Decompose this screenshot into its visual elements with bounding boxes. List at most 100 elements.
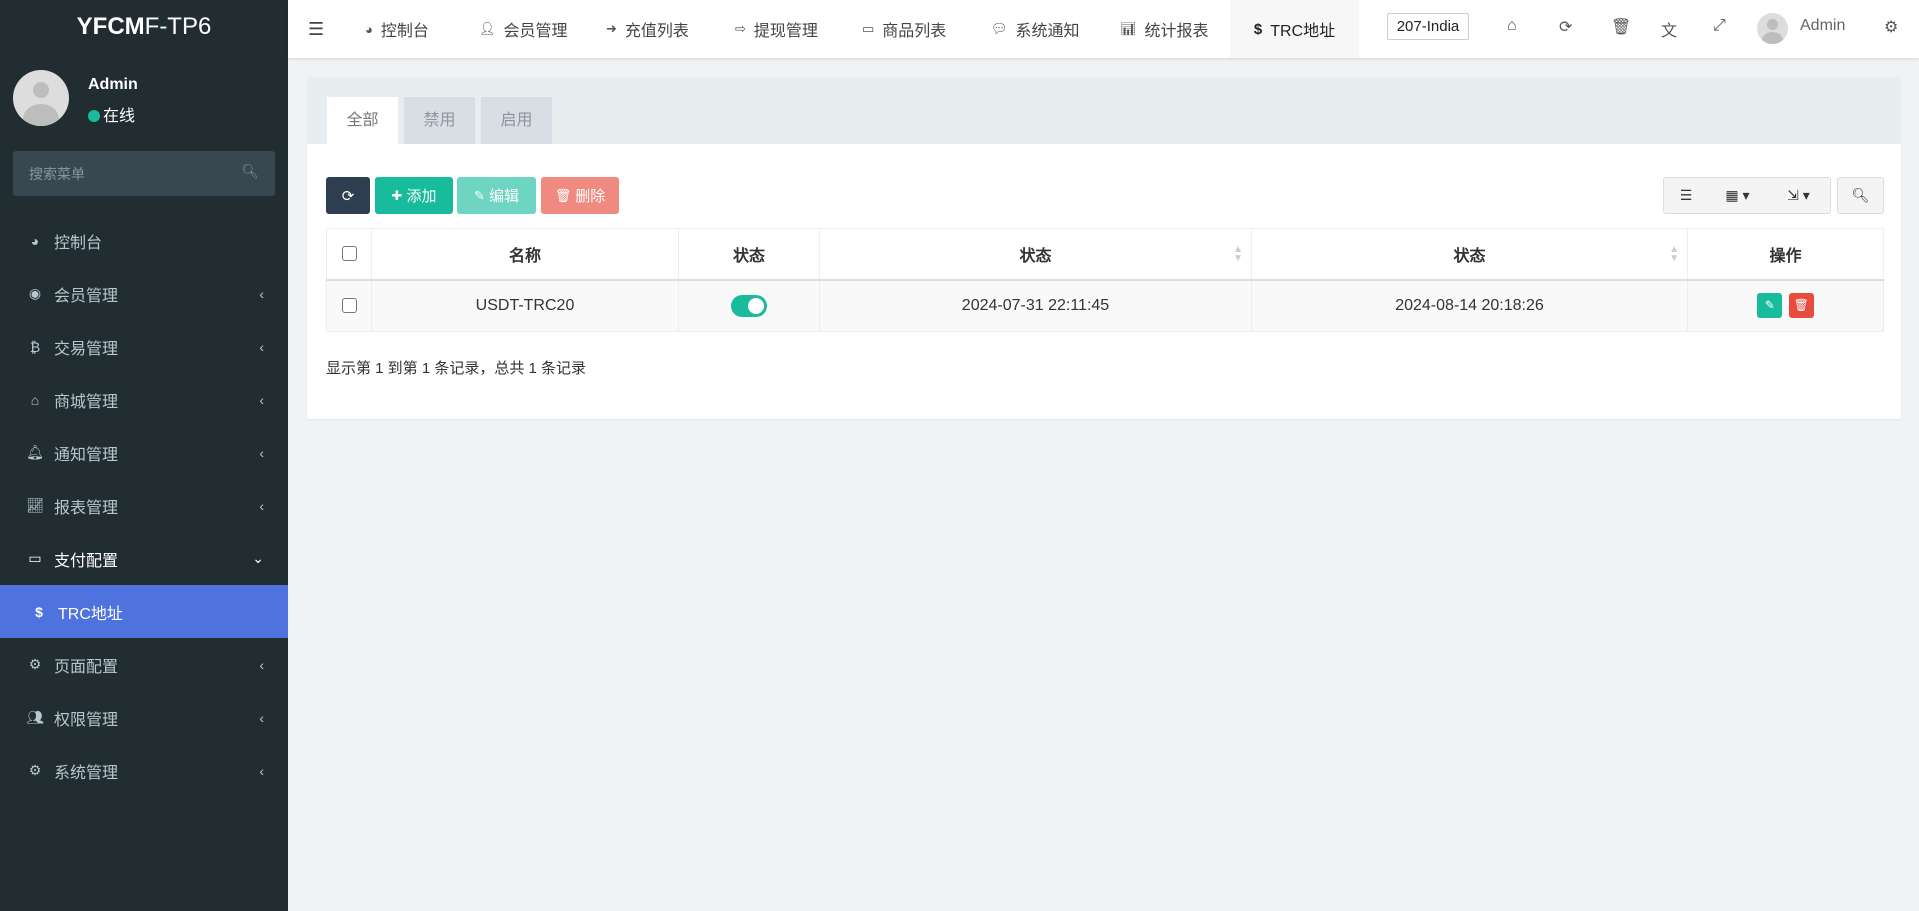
- cell-time2: 2024-08-14 20:18:26: [1252, 280, 1688, 332]
- settings-gears-icon[interactable]: ⚙: [1884, 17, 1898, 37]
- sidebar-item-label: 交易管理: [54, 335, 118, 359]
- home-icon: ⌂: [26, 392, 44, 408]
- nav-tab-notices[interactable]: 💬︎系统通知: [991, 0, 1080, 58]
- chevron-left-icon: ‹: [259, 286, 264, 302]
- sidebar-item-trade[interactable]: ₿ 交易管理 ‹: [0, 320, 288, 373]
- nav-tab-recharge[interactable]: ➜充值列表: [606, 0, 689, 58]
- nav-tab-withdraw[interactable]: ⇨提现管理: [735, 0, 818, 58]
- row-delete-button[interactable]: 🗑︎: [1789, 293, 1814, 318]
- avatar: [13, 70, 69, 126]
- menu-search-input[interactable]: 搜索菜单🔍︎: [13, 151, 275, 196]
- sidebar-item-members[interactable]: ◉会员管理‹: [0, 267, 288, 320]
- grid-columns-icon: ▦ ▾: [1725, 187, 1749, 204]
- search-icon[interactable]: 🔍︎: [241, 163, 259, 180]
- col-status[interactable]: 状态: [679, 229, 820, 280]
- sidebar-item-label: 通知管理: [54, 441, 118, 465]
- plus-icon: ✚: [392, 188, 403, 204]
- col-actions: 操作: [1688, 229, 1884, 280]
- sidebar-item-shop[interactable]: ⌂商城管理‹: [0, 373, 288, 426]
- chevron-left-icon: ‹: [259, 710, 264, 726]
- edit-label: 编辑: [489, 185, 519, 206]
- sidebar-item-trc-address[interactable]: $TRC地址: [0, 585, 288, 638]
- sidebar-item-label: TRC地址: [58, 600, 123, 624]
- trash-icon[interactable]: 🗑︎: [1611, 17, 1631, 37]
- sort-icon: ▲▼: [1669, 245, 1679, 263]
- sidebar-item-page-config[interactable]: ⚙ 页面配置 ‹: [0, 638, 288, 691]
- edit-button[interactable]: ✎编辑: [457, 177, 536, 214]
- sidebar-item-label: 页面配置: [54, 653, 118, 677]
- row-select-cell: [327, 280, 372, 332]
- home-icon[interactable]: ⌂: [1507, 17, 1517, 35]
- export-dropdown[interactable]: ⇲ ▾: [1767, 177, 1831, 214]
- refresh-button[interactable]: ⟳: [326, 177, 370, 214]
- row-edit-button[interactable]: ✎: [1757, 293, 1782, 318]
- bell-icon: 🔔︎: [26, 444, 44, 461]
- gears-icon: ⚙: [26, 762, 44, 779]
- add-button[interactable]: ✚添加: [375, 177, 453, 214]
- tab-all[interactable]: 全部: [327, 97, 398, 144]
- nav-label: 充值列表: [625, 17, 689, 41]
- sidebar-item-reports[interactable]: 📈︎ 报表管理 ‹: [0, 479, 288, 532]
- top-avatar[interactable]: [1757, 13, 1788, 44]
- trash-icon: 🗑︎: [1794, 298, 1809, 312]
- dashboard-icon: ◕: [26, 233, 44, 249]
- status-toggle[interactable]: [731, 295, 767, 317]
- line-chart-icon: 📈︎: [26, 497, 44, 514]
- chevron-left-icon: ‹: [259, 339, 264, 355]
- search-toggle-button[interactable]: 🔍︎: [1837, 177, 1884, 214]
- columns-dropdown[interactable]: ▦ ▾: [1708, 177, 1768, 214]
- delete-button[interactable]: 🗑︎删除: [541, 177, 619, 214]
- sidebar-item-notify[interactable]: 🔔︎通知管理‹: [0, 426, 288, 479]
- nav-label: 会员管理: [504, 17, 568, 41]
- sidebar-item-permissions[interactable]: 👥︎权限管理‹: [0, 691, 288, 744]
- sort-icon: ▲▼: [1233, 245, 1243, 263]
- user-icon: 👤︎: [479, 21, 496, 37]
- nav-label: 统计报表: [1145, 17, 1209, 41]
- col-time1[interactable]: 状态▲▼: [820, 229, 1252, 280]
- nav-tab-trc-address[interactable]: $TRC地址: [1230, 0, 1359, 58]
- sidebar-item-payment[interactable]: ▭支付配置⌄: [0, 532, 288, 585]
- row-checkbox[interactable]: [342, 298, 357, 313]
- nav-tab-dashboard[interactable]: ◕控制台: [365, 0, 429, 58]
- user-circle-icon: ◉: [26, 285, 44, 302]
- chevron-left-icon: ‹: [259, 657, 264, 673]
- desktop-icon: ▭: [862, 21, 874, 37]
- select-all-cell: [327, 229, 372, 280]
- nav-label: 提现管理: [754, 17, 818, 41]
- top-user-name[interactable]: Admin: [1800, 17, 1845, 35]
- sidebar-item-system[interactable]: ⚙系统管理‹: [0, 744, 288, 797]
- credit-card-icon: ▭: [26, 550, 44, 567]
- search-icon: 🔍︎: [1852, 187, 1870, 204]
- user-status: 在线: [88, 102, 135, 126]
- bitcoin-icon: ₿: [26, 339, 44, 355]
- translate-icon[interactable]: 文: [1661, 17, 1677, 41]
- chevron-down-icon: ⌄: [252, 550, 264, 567]
- content-panel: 全部 禁用 启用 ⟳ ✚添加 ✎编辑 🗑︎删除 ☰ ▦ ▾ ⇲ ▾ 🔍︎ 名称 …: [307, 77, 1901, 419]
- nav-tab-stats[interactable]: 📊︎统计报表: [1120, 0, 1209, 58]
- logo[interactable]: YFCMF-TP6: [0, 0, 288, 58]
- nav-label: 商品列表: [882, 17, 946, 41]
- refresh-icon[interactable]: ⟳: [1559, 17, 1572, 37]
- gear-icon: ⚙: [26, 656, 44, 673]
- col-name[interactable]: 名称: [372, 229, 679, 280]
- site-select[interactable]: 207-India: [1387, 13, 1469, 40]
- chevron-left-icon: ‹: [259, 498, 264, 514]
- sidebar-toggle-button[interactable]: ☰: [308, 0, 324, 58]
- sidebar-item-label: 报表管理: [54, 494, 118, 518]
- delete-label: 删除: [575, 185, 605, 206]
- toggle-view-button[interactable]: ☰: [1663, 177, 1709, 214]
- sidebar-item-label: 商城管理: [54, 388, 118, 412]
- export-icon: ⇲ ▾: [1787, 187, 1810, 204]
- sidebar-item-dashboard[interactable]: ◕控制台: [0, 214, 288, 267]
- nav-tab-products[interactable]: ▭ 商品列表: [862, 0, 946, 58]
- tab-enabled[interactable]: 启用: [481, 97, 552, 144]
- comments-icon: 💬︎: [991, 21, 1008, 37]
- col-time2[interactable]: 状态▲▼: [1252, 229, 1688, 280]
- online-dot-icon: [88, 110, 100, 122]
- filter-tabs: 全部 禁用 启用: [307, 77, 1901, 144]
- nav-tab-members[interactable]: 👤︎ 会员管理: [479, 0, 568, 58]
- select-all-checkbox[interactable]: [342, 246, 357, 261]
- tab-disabled[interactable]: 禁用: [404, 97, 475, 144]
- add-label: 添加: [406, 185, 436, 206]
- fullscreen-icon[interactable]: ⤢: [1713, 17, 1726, 35]
